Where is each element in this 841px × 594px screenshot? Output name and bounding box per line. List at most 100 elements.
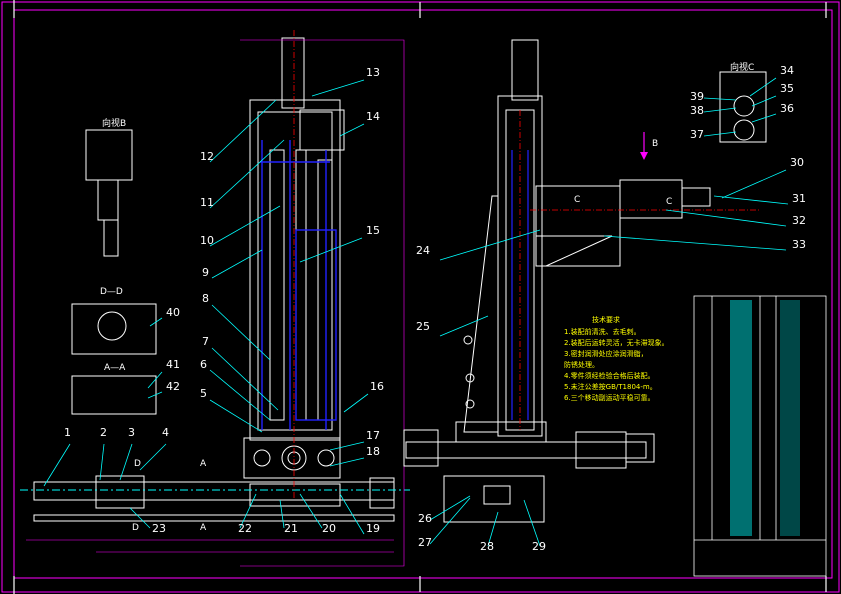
part-label-3: 3 <box>128 426 135 439</box>
section-label-arrow-a2: A <box>200 523 207 533</box>
leader-line-34 <box>749 77 777 97</box>
leader-line-26 <box>429 495 471 521</box>
note-line: 防锈处理。 <box>564 360 599 369</box>
section-label-c-view: 向视C <box>730 61 754 73</box>
section-label-arrow-c2: C <box>666 197 672 207</box>
leader-line-25 <box>439 315 489 337</box>
section-label-a-section: A—A <box>104 363 126 373</box>
leader-line-42 <box>147 391 163 399</box>
note-line: 2.装配后运转灵活，无卡滞现象。 <box>564 338 669 347</box>
section-label-arrow-c1: C <box>574 195 580 205</box>
leader-line-15 <box>299 237 363 263</box>
part-label-18: 18 <box>366 445 380 458</box>
cad-drawing: 技术要求 1.装配前清洗、去毛刺。 2.装配后运转灵活，无卡滞现象。 3.密封润滑处… <box>1 0 840 594</box>
section-label-arrow-d1: D <box>134 459 141 469</box>
part-label-5: 5 <box>200 387 207 400</box>
part-label-16: 16 <box>370 380 384 393</box>
section-label-b-view: 向视B <box>102 117 126 129</box>
leader-line-1 <box>43 443 71 487</box>
notes-title: 技术要求 <box>592 315 620 324</box>
part-label-34: 34 <box>780 64 794 77</box>
section-labels: 向视B 向视C D—D A—A B C C A A D D <box>100 61 754 533</box>
part-label-41: 41 <box>166 358 180 371</box>
leader-line-9 <box>211 249 263 279</box>
part-label-20: 20 <box>322 522 336 535</box>
note-line: 3.密封润滑处应涂润滑脂， <box>564 349 648 358</box>
part-label-37: 37 <box>690 128 704 141</box>
part-label-26: 26 <box>418 512 432 525</box>
note-line: 5.未注公差按GB/T1804-m。 <box>564 382 657 391</box>
leader-line-12 <box>209 99 277 163</box>
leader-line-4 <box>139 443 167 471</box>
part-label-42: 42 <box>166 380 180 393</box>
front-view <box>20 37 410 522</box>
parts-table-fill <box>730 300 800 536</box>
section-label-arrow-b: B <box>652 139 658 149</box>
technical-notes: 1.装配前清洗、去毛刺。 2.装配后运转灵活，无卡滞现象。 3.密封润滑处应涂润滑脂… <box>564 327 669 402</box>
parts-table <box>693 295 827 577</box>
leader-line-13 <box>311 79 365 97</box>
part-label-13: 13 <box>366 66 380 79</box>
part-label-9: 9 <box>202 266 209 279</box>
leader-line-36 <box>751 113 777 123</box>
note-line: 6.三个移动副运动平稳可靠。 <box>564 393 655 402</box>
leader-line-2 <box>99 443 105 481</box>
part-label-21: 21 <box>284 522 298 535</box>
part-label-4: 4 <box>162 426 169 439</box>
leader-line-18 <box>329 457 365 467</box>
leader-line-5 <box>209 399 263 433</box>
note-line: 1.装配前清洗、去毛刺。 <box>564 327 641 336</box>
part-label-27: 27 <box>418 536 432 549</box>
part-label-23: 23 <box>152 522 166 535</box>
leader-line-30 <box>721 169 787 199</box>
part-label-10: 10 <box>200 234 214 247</box>
part-label-19: 19 <box>366 522 380 535</box>
leader-line-20 <box>299 493 323 529</box>
part-label-35: 35 <box>780 82 794 95</box>
leader-line-6 <box>209 369 271 421</box>
part-label-30: 30 <box>790 156 804 169</box>
leader-line-3 <box>119 443 133 481</box>
part-label-31: 31 <box>792 192 806 205</box>
leader-line-16 <box>343 393 369 413</box>
leader-line-31 <box>713 195 789 205</box>
leader-line-33 <box>603 235 787 251</box>
part-labels: 1 2 3 4567891011121314151617181920212223242… <box>64 64 806 553</box>
side-view <box>403 39 711 523</box>
part-label-6: 6 <box>200 358 207 371</box>
part-label-40: 40 <box>166 306 180 319</box>
part-label-28: 28 <box>480 540 494 553</box>
part-label-38: 38 <box>690 104 704 117</box>
part-label-14: 14 <box>366 110 380 123</box>
part-label-25: 25 <box>416 320 430 333</box>
part-label-32: 32 <box>792 214 806 227</box>
part-label-12: 12 <box>200 150 214 163</box>
section-label-d-section: D—D <box>100 287 123 297</box>
part-label-39: 39 <box>690 90 704 103</box>
leader-line-24 <box>439 229 541 261</box>
part-label-33: 33 <box>792 238 806 251</box>
part-label-17: 17 <box>366 429 380 442</box>
part-label-24: 24 <box>416 244 430 257</box>
leader-line-41 <box>147 371 163 389</box>
side-centerlines <box>519 110 760 430</box>
leader-line-17 <box>329 441 365 451</box>
front-dimension <box>26 39 405 567</box>
note-line: 4.零件须经检验合格后装配。 <box>564 371 655 380</box>
part-label-29: 29 <box>532 540 546 553</box>
part-label-7: 7 <box>202 335 209 348</box>
leader-line-7 <box>211 347 279 411</box>
leader-line-35 <box>751 95 777 107</box>
front-hidden-lines <box>260 140 337 430</box>
part-label-22: 22 <box>238 522 252 535</box>
part-label-1: 1 <box>64 426 71 439</box>
drawing-frame <box>1 1 840 593</box>
arrow-b-icon <box>640 132 648 160</box>
leader-line-32 <box>665 209 787 227</box>
part-label-8: 8 <box>202 292 209 305</box>
part-label-2: 2 <box>100 426 107 439</box>
part-label-36: 36 <box>780 102 794 115</box>
part-label-15: 15 <box>366 224 380 237</box>
part-label-11: 11 <box>200 196 214 209</box>
section-label-arrow-d2: D <box>132 523 139 533</box>
